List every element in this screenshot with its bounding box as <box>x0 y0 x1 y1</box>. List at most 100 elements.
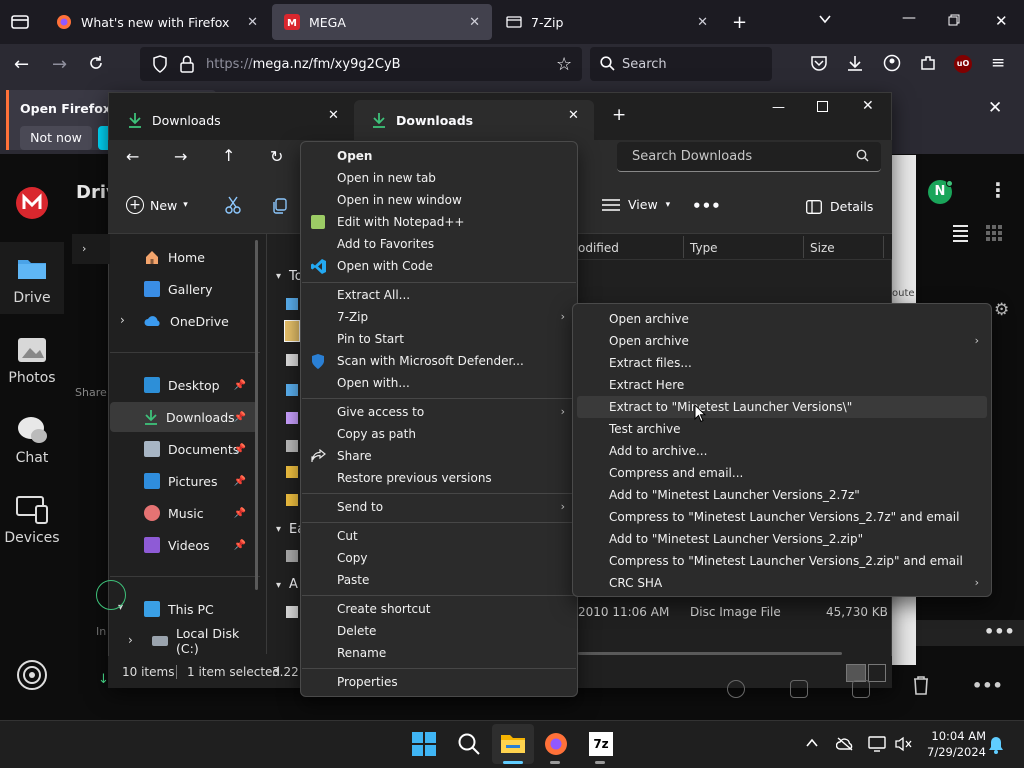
file-explorer-icon[interactable] <box>500 732 526 754</box>
menu-item-restore[interactable]: Restore previous versions <box>301 467 577 489</box>
view-button[interactable]: View ▾ <box>602 197 670 212</box>
firefox-taskbar-icon[interactable] <box>544 732 568 756</box>
menu-item-share[interactable]: Share <box>301 445 577 467</box>
menu-item-delete[interactable]: Delete <box>301 620 577 642</box>
pocket-icon[interactable] <box>810 55 828 71</box>
tab-mega[interactable]: M MEGA ✕ <box>272 4 492 40</box>
copy-icon[interactable] <box>272 198 288 214</box>
search-bar[interactable] <box>590 47 772 81</box>
submenu-add-zip[interactable]: Add to "Minetest Launcher Versions_2.zip… <box>573 528 991 550</box>
submenu-crc-sha[interactable]: CRC SHA › <box>573 572 991 594</box>
new-tab-icon[interactable]: + <box>732 12 747 33</box>
cloud-sync-icon[interactable] <box>836 737 854 751</box>
forward-icon[interactable]: → <box>174 147 187 166</box>
menu-item-open-new-tab[interactable]: Open in new tab <box>301 167 577 189</box>
mega-logo-icon[interactable] <box>15 186 49 220</box>
settings-gear-icon[interactable]: ⚙ <box>994 300 1009 320</box>
mega-nav-chat[interactable]: Chat <box>0 450 64 466</box>
col-modified[interactable]: odified <box>578 241 619 255</box>
lock-icon[interactable] <box>180 55 194 73</box>
submenu-compress-email[interactable]: Compress and email... <box>573 462 991 484</box>
nav-videos[interactable]: Videos 📌 <box>110 530 258 560</box>
up-icon[interactable]: ↑ <box>222 146 235 165</box>
nav-music[interactable]: Music 📌 <box>110 498 258 528</box>
grid-view-icon[interactable] <box>986 225 1002 241</box>
list-view-icon[interactable] <box>949 224 969 242</box>
notification-bell-icon[interactable] <box>988 736 1004 754</box>
search-icon[interactable] <box>457 732 481 756</box>
explorer-tab-2[interactable]: Downloads <box>354 100 594 140</box>
clock-time[interactable]: 10:04 AM <box>924 729 986 743</box>
back-icon[interactable]: ← <box>126 147 139 166</box>
refresh-icon[interactable]: ↻ <box>270 147 283 166</box>
submenu-add-to-archive[interactable]: Add to archive... <box>573 440 991 462</box>
menu-item-pin-start[interactable]: Pin to Start <box>301 328 577 350</box>
mega-action-icon[interactable] <box>727 680 745 698</box>
submenu-open-archive[interactable]: Open archive <box>573 308 991 330</box>
minimize-icon[interactable]: — <box>902 10 916 26</box>
table-row[interactable]: 2010 11:06 AM Disc Image File 45,730 KB <box>578 604 888 624</box>
tab-whats-new[interactable]: What's new with Firefox ✕ <box>44 4 270 40</box>
submenu-extract-here[interactable]: Extract Here <box>573 374 991 396</box>
see-more-icon[interactable]: ••• <box>692 197 721 215</box>
tiles-view-toggle[interactable] <box>868 664 886 682</box>
menu-item-rename[interactable]: Rename <box>301 642 577 664</box>
menu-item-notepad[interactable]: Edit with Notepad++ <box>301 211 577 233</box>
col-size[interactable]: Size <box>810 241 835 255</box>
volume-muted-icon[interactable] <box>895 736 913 752</box>
col-divider[interactable] <box>803 236 804 258</box>
primary-button-partial[interactable] <box>98 126 108 150</box>
horizontal-scrollbar[interactable] <box>578 652 842 655</box>
downloads-icon[interactable] <box>846 54 864 72</box>
restore-icon[interactable] <box>948 14 960 26</box>
menu-item-copy[interactable]: Copy <box>301 547 577 569</box>
close-tab-icon[interactable]: ✕ <box>697 15 708 30</box>
clock-date[interactable]: 7/29/2024 <box>924 745 986 759</box>
trash-icon[interactable] <box>912 675 930 695</box>
pin-icon[interactable]: 📌 <box>234 444 246 455</box>
col-divider[interactable] <box>683 236 684 258</box>
close-notification-icon[interactable]: ✕ <box>988 98 1002 118</box>
nav-downloads[interactable]: Downloads 📌 <box>110 402 258 432</box>
new-button[interactable]: + New ▾ <box>126 196 188 214</box>
submenu-open-archive-more[interactable]: Open archive › <box>573 330 991 352</box>
submenu-compress-7z-email[interactable]: Compress to "Minetest Launcher Versions_… <box>573 506 991 528</box>
account-icon[interactable] <box>883 54 901 72</box>
submenu-extract-to-folder[interactable]: Extract to "Minetest Launcher Versions\" <box>577 396 987 418</box>
display-icon[interactable] <box>868 736 886 752</box>
submenu-test-archive[interactable]: Test archive <box>573 418 991 440</box>
nav-local-disk[interactable]: Local Disk (C:) <box>110 626 258 656</box>
menu-item-extract-all[interactable]: Extract All... <box>301 284 577 306</box>
more-options-icon[interactable]: ⋮ <box>988 178 1008 202</box>
menu-item-cut[interactable]: Cut <box>301 525 577 547</box>
mega-nav-photos[interactable]: Photos <box>0 370 64 386</box>
back-icon[interactable]: ← <box>14 54 29 75</box>
nav-home[interactable]: Home <box>110 242 258 272</box>
nav-gallery[interactable]: Gallery <box>110 274 258 304</box>
list-tabs-icon[interactable] <box>818 12 832 26</box>
bookmark-star-icon[interactable]: ☆ <box>556 54 572 75</box>
reload-icon[interactable] <box>88 55 104 71</box>
tab-7zip[interactable]: 7-Zip ✕ <box>494 4 720 40</box>
menu-item-open[interactable]: Open <box>301 145 577 167</box>
mega-upload-ring[interactable] <box>96 580 126 610</box>
nav-documents[interactable]: Documents 📌 <box>110 434 258 464</box>
row-more-icon[interactable]: ••• <box>984 622 1015 641</box>
menu-item-open-new-window[interactable]: Open in new window <box>301 189 577 211</box>
chevron-up-icon[interactable] <box>806 738 818 748</box>
nav-this-pc[interactable]: This PC <box>110 594 258 624</box>
maximize-icon[interactable] <box>817 101 828 112</box>
col-divider[interactable] <box>883 236 884 258</box>
col-type[interactable]: Type <box>690 241 718 255</box>
pin-icon[interactable]: 📌 <box>234 476 246 487</box>
mega-nav-drive[interactable]: Drive <box>0 290 64 306</box>
new-tab-icon[interactable]: + <box>612 105 626 125</box>
pin-icon[interactable]: 📌 <box>234 380 246 391</box>
transfer-icon[interactable] <box>16 659 48 691</box>
nav-desktop[interactable]: Desktop 📌 <box>110 370 258 400</box>
menu-item-create-shortcut[interactable]: Create shortcut <box>301 598 577 620</box>
submenu-compress-zip-email[interactable]: Compress to "Minetest Launcher Versions_… <box>573 550 991 572</box>
bottom-more-icon[interactable]: ••• <box>972 676 1003 695</box>
menu-icon[interactable]: ≡ <box>991 53 1005 73</box>
not-now-button[interactable]: Not now <box>20 126 92 150</box>
